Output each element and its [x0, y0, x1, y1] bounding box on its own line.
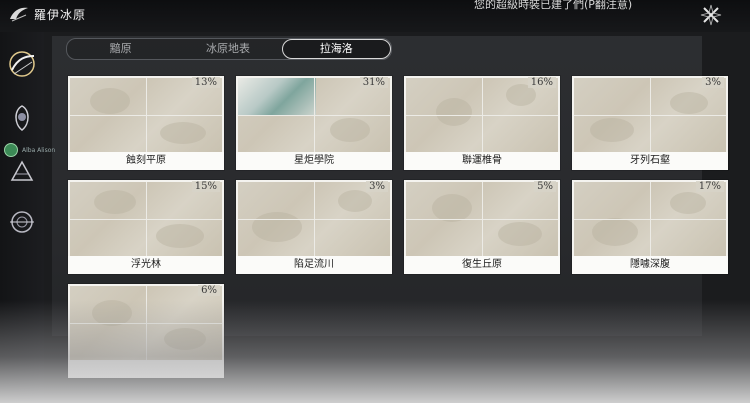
- area-card[interactable]: 5% 復生丘原: [404, 180, 560, 274]
- area-map-image: [406, 78, 558, 152]
- area-map-image: [574, 182, 726, 256]
- top-message: 您的超級時裝已建了們(P翻注意): [474, 0, 633, 11]
- area-name: 隱噱深腹: [572, 256, 728, 274]
- progress-label: 13%: [191, 77, 220, 88]
- area-card[interactable]: 16% 聯運椎骨: [404, 76, 560, 170]
- area-name: 蝕刻平原: [68, 152, 224, 170]
- area-map-image: [70, 286, 222, 360]
- rail-guardian-icon[interactable]: [4, 100, 40, 136]
- area-map-image: [238, 78, 390, 152]
- rail-map-icon[interactable]: [4, 46, 40, 82]
- area-map-image: [70, 78, 222, 152]
- rail-creature-icon[interactable]: [4, 154, 40, 190]
- area-card[interactable]: 15% 浮光林: [68, 180, 224, 274]
- progress-label: 6%: [198, 285, 220, 296]
- progress-label: 16%: [527, 77, 556, 88]
- area-card[interactable]: 31% 星炬學院: [236, 76, 392, 170]
- tab-1[interactable]: 冰原地表: [174, 39, 281, 59]
- progress-label: 5%: [534, 181, 556, 192]
- area-map-image: [70, 182, 222, 256]
- area-card[interactable]: 3% 牙列石壑: [572, 76, 728, 170]
- rail-spiral-icon[interactable]: [4, 204, 40, 240]
- progress-label: 15%: [191, 181, 220, 192]
- avatar-name: Alba Alison: [22, 146, 56, 154]
- region-logo-icon: [10, 7, 28, 22]
- area-name: 星炬學院: [236, 152, 392, 170]
- tab-2[interactable]: 拉海洛: [281, 39, 391, 59]
- close-icon[interactable]: [698, 2, 724, 28]
- progress-label: 3%: [702, 77, 724, 88]
- progress-label: 3%: [366, 181, 388, 192]
- area-map-image: [238, 182, 390, 256]
- progress-label: 17%: [695, 181, 724, 192]
- area-name: 聯運椎骨: [404, 152, 560, 170]
- discovered-region: [238, 78, 316, 116]
- progress-label: 31%: [359, 77, 388, 88]
- area-name: 牙列石壑: [572, 152, 728, 170]
- area-map-image: [574, 78, 726, 152]
- top-bar: [0, 0, 750, 32]
- area-card[interactable]: 6%: [68, 284, 224, 378]
- area-card[interactable]: 13% 蝕刻平原: [68, 76, 224, 170]
- area-card[interactable]: 17% 隱噱深腹: [572, 180, 728, 274]
- tab-0[interactable]: 黯原: [67, 39, 174, 59]
- area-name: [68, 360, 224, 378]
- region-tabs: 黯原 冰原地表 拉海洛: [66, 38, 392, 60]
- area-map-image: [406, 182, 558, 256]
- area-name: 陷足流川: [236, 256, 392, 274]
- area-card[interactable]: 3% 陷足流川: [236, 180, 392, 274]
- area-name: 浮光林: [68, 256, 224, 274]
- region-title: 羅伊冰原: [34, 8, 87, 22]
- area-name: 復生丘原: [404, 256, 560, 274]
